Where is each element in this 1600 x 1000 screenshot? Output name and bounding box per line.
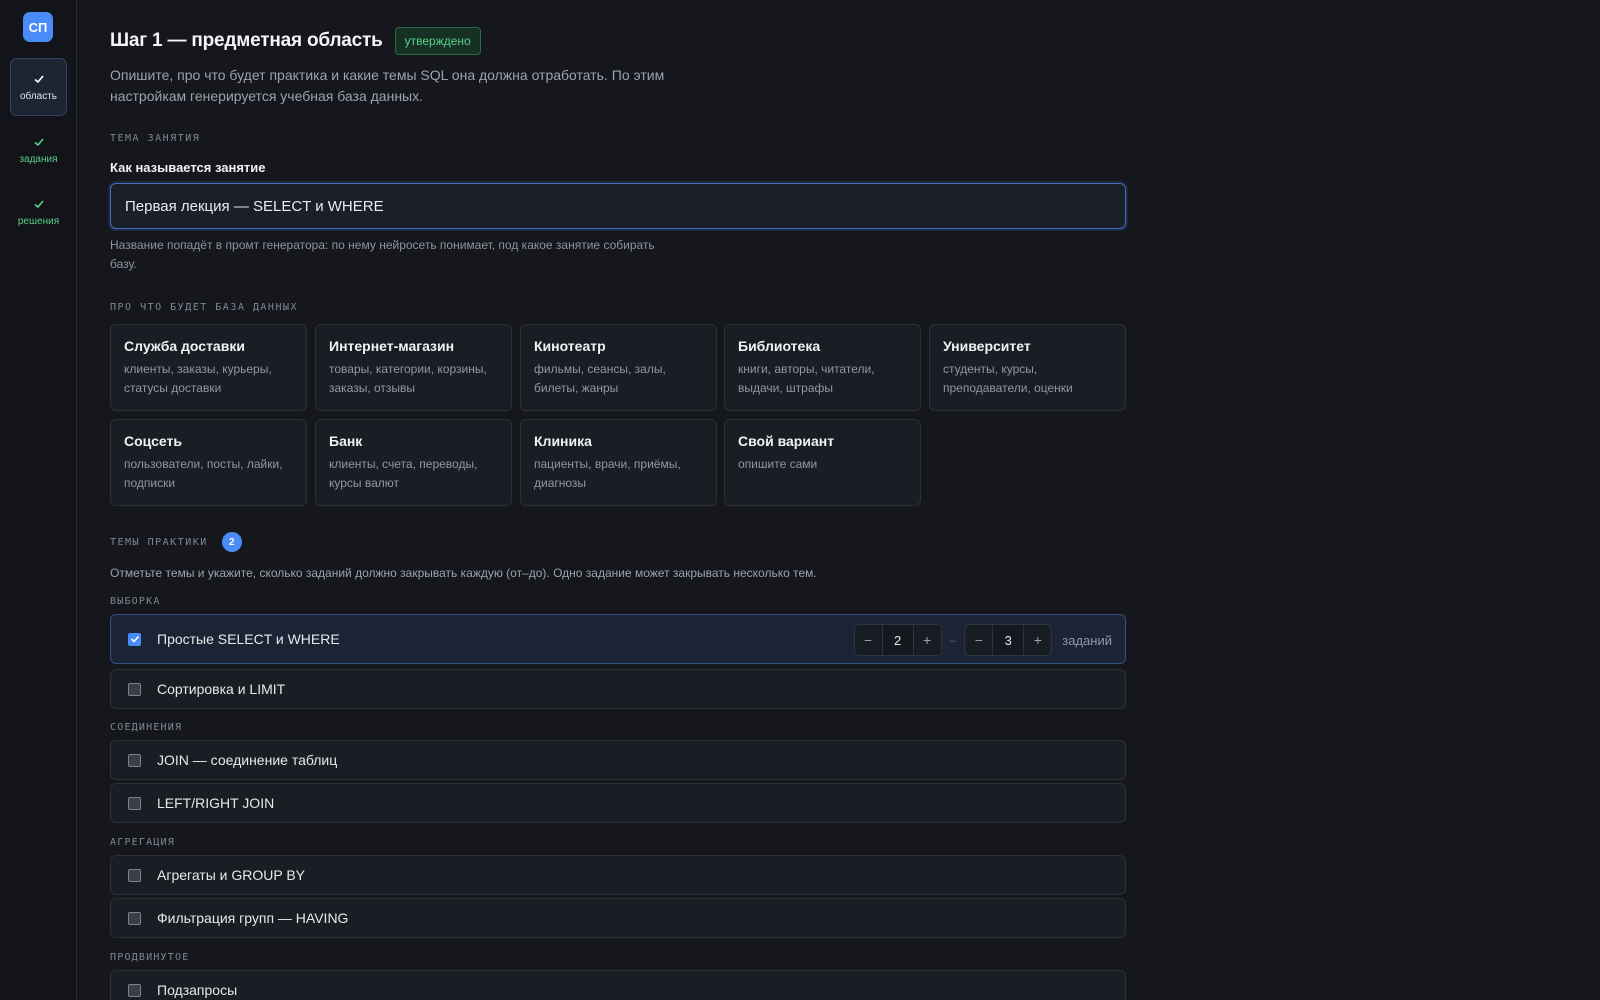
domain-card-social[interactable]: Соцсеть пользователи, посты, лайки, подп… xyxy=(110,419,307,506)
topics-header: ТЕМЫ ПРАКТИКИ 2 xyxy=(110,532,242,552)
domain-card-title: Служба доставки xyxy=(124,338,245,354)
section-label-domain: ПРО ЧТО БУДЕТ БАЗА ДАННЫХ xyxy=(110,302,299,313)
domain-card-title: Клиника xyxy=(534,433,592,449)
task-range: − 2 + – − 3 + заданий xyxy=(853,624,1112,656)
group-label-select: ВЫБОРКА xyxy=(110,596,161,607)
topic-checkbox[interactable] xyxy=(128,868,141,882)
page-title: Шаг 1 — предметная область xyxy=(110,30,383,51)
domain-card-title: Соцсеть xyxy=(124,433,182,449)
page-intro: Опишите, про что будет практика и какие … xyxy=(110,67,665,104)
title-row: Шаг 1 — предметная область утверждено xyxy=(110,27,481,55)
topic-label: Простые SELECT и WHERE xyxy=(157,631,340,647)
decrement-button[interactable]: − xyxy=(965,625,992,655)
domain-card-university[interactable]: Университет студенты, курсы, преподавате… xyxy=(929,324,1126,411)
topic-label: Подзапросы xyxy=(157,982,238,998)
max-value[interactable]: 3 xyxy=(992,625,1025,655)
domain-card-desc: фильмы, сеансы, залы, билеты, жанры xyxy=(534,362,666,395)
step-solutions-label: решения xyxy=(17,215,60,227)
domain-card-desc: клиенты, счета, переводы, курсы валют xyxy=(329,457,478,490)
topic-row-join[interactable]: JOIN — соединение таблиц xyxy=(110,740,1126,780)
check-icon xyxy=(33,74,44,83)
app-logo: СП xyxy=(23,12,53,42)
max-stepper[interactable]: − 3 + xyxy=(964,624,1053,656)
step-tasks[interactable]: задания xyxy=(10,121,67,179)
topic-row-group-by[interactable]: Агрегаты и GROUP BY xyxy=(110,855,1126,895)
topic-label: Агрегаты и GROUP BY xyxy=(157,867,306,883)
topic-checkbox[interactable] xyxy=(128,632,141,646)
domain-card-shop[interactable]: Интернет-магазин товары, категории, корз… xyxy=(315,324,512,411)
group-label-joins: СОЕДИНЕНИЯ xyxy=(110,722,183,733)
domain-card-desc: пользователи, посты, лайки, подписки xyxy=(124,457,283,490)
step-area-label: область xyxy=(19,90,58,102)
domain-card-desc: книги, авторы, читатели, выдачи, штрафы xyxy=(738,362,875,395)
domain-card-bank[interactable]: Банк клиенты, счета, переводы, курсы вал… xyxy=(315,419,512,506)
domain-card-desc: опишите сами xyxy=(738,457,818,471)
session-name-input[interactable] xyxy=(110,183,1126,229)
domain-card-delivery[interactable]: Служба доставки клиенты, заказы, курьеры… xyxy=(110,324,307,411)
group-label-advanced: ПРОДВИНУТОЕ xyxy=(110,952,190,963)
domain-card-title: Свой вариант xyxy=(738,433,835,449)
domain-card-library[interactable]: Библиотека книги, авторы, читатели, выда… xyxy=(724,324,921,411)
check-icon xyxy=(130,635,139,643)
domain-card-cinema[interactable]: Кинотеатр фильмы, сеансы, залы, билеты, … xyxy=(520,324,717,411)
topics-count-badge: 2 xyxy=(221,532,242,552)
domain-card-custom[interactable]: Свой вариант опишите сами xyxy=(724,419,921,506)
topic-label: LEFT/RIGHT JOIN xyxy=(157,795,275,811)
topic-checkbox[interactable] xyxy=(128,753,141,767)
topic-row-subqueries[interactable]: Подзапросы xyxy=(110,970,1126,1000)
step-area[interactable]: область xyxy=(10,58,67,116)
topic-row-left-right-join[interactable]: LEFT/RIGHT JOIN xyxy=(110,783,1126,823)
step-solutions[interactable]: решения xyxy=(10,183,67,241)
domain-card-title: Библиотека xyxy=(738,338,821,354)
check-icon xyxy=(33,199,44,208)
domain-card-desc: студенты, курсы, преподаватели, оценки xyxy=(943,362,1073,395)
status-badge: утверждено xyxy=(394,27,481,55)
section-label-session: ТЕМА ЗАНЯТИЯ xyxy=(110,133,201,144)
topic-checkbox[interactable] xyxy=(128,911,141,925)
topic-label: Фильтрация групп — HAVING xyxy=(157,910,349,926)
sidebar: СП область задания решения xyxy=(0,0,77,1000)
topic-checkbox[interactable] xyxy=(128,796,141,810)
domain-card-desc: товары, категории, корзины, заказы, отзы… xyxy=(329,362,487,395)
increment-button[interactable]: + xyxy=(1024,625,1051,655)
topic-checkbox[interactable] xyxy=(128,983,141,997)
topic-row-simple-select[interactable]: Простые SELECT и WHERE − 2 + – − 3 + зад… xyxy=(110,614,1126,664)
min-stepper[interactable]: − 2 + xyxy=(853,624,942,656)
range-unit: заданий xyxy=(1062,632,1112,648)
group-label-aggregation: АГРЕГАЦИЯ xyxy=(110,837,175,848)
increment-button[interactable]: + xyxy=(914,625,941,655)
section-label-topics: ТЕМЫ ПРАКТИКИ xyxy=(110,536,208,548)
domain-card-clinic[interactable]: Клиника пациенты, врачи, приёмы, диагноз… xyxy=(520,419,717,506)
topic-row-having[interactable]: Фильтрация групп — HAVING xyxy=(110,898,1126,938)
topics-description: Отметьте темы и укажите, сколько заданий… xyxy=(110,566,817,580)
decrement-button[interactable]: − xyxy=(855,625,882,655)
topic-label: JOIN — соединение таблиц xyxy=(157,752,338,768)
topic-row-sort-limit[interactable]: Сортировка и LIMIT xyxy=(110,669,1126,709)
domain-card-title: Банк xyxy=(329,433,363,449)
domain-card-title: Кинотеатр xyxy=(534,338,606,354)
domain-card-desc: пациенты, врачи, приёмы, диагнозы xyxy=(534,457,681,490)
topic-label: Сортировка и LIMIT xyxy=(157,681,286,697)
session-name-hint: Название попадёт в промт генератора: по … xyxy=(110,238,655,271)
step-tasks-label: задания xyxy=(19,153,58,165)
min-value[interactable]: 2 xyxy=(881,625,914,655)
domain-card-desc: клиенты, заказы, курьеры, статусы достав… xyxy=(124,362,272,395)
range-dash: – xyxy=(949,633,957,647)
domain-card-title: Интернет-магазин xyxy=(329,338,455,354)
domain-card-title: Университет xyxy=(943,338,1031,354)
topic-checkbox[interactable] xyxy=(128,682,141,696)
session-name-label: Как называется занятие xyxy=(110,160,266,175)
check-icon xyxy=(33,137,44,146)
